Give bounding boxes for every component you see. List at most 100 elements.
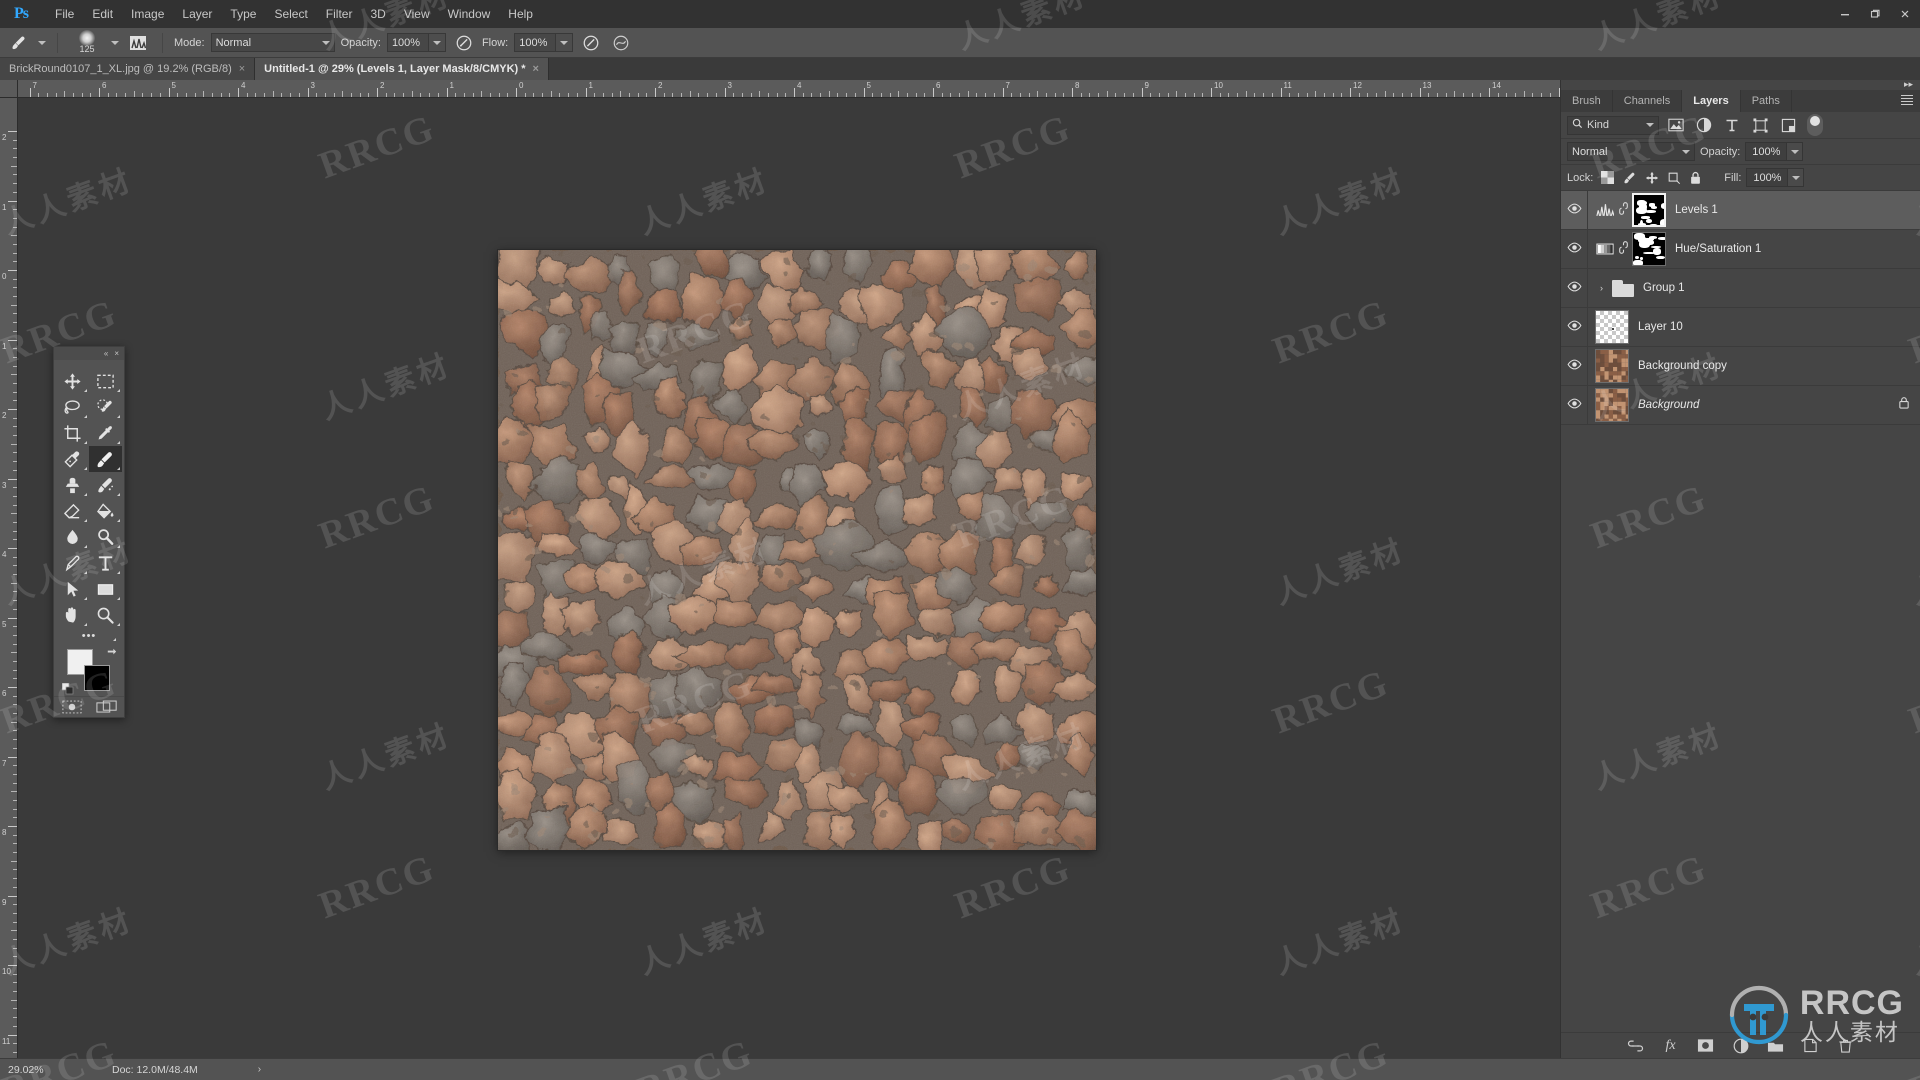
menu-item-type[interactable]: Type [221,0,265,28]
opacity-control[interactable]: 100% [386,33,446,52]
close-icon[interactable]: × [114,349,119,358]
close-icon[interactable]: × [239,63,245,75]
layer-opacity-input[interactable]: 100% [1745,142,1788,161]
layer-row[interactable]: › Group 1 [1561,268,1920,308]
document-tab[interactable]: Untitled-1 @ 29% (Levels 1, Layer Mask/8… [255,58,549,80]
default-colors-icon[interactable] [61,682,74,695]
dodge-tool-icon[interactable] [89,524,122,550]
artboard[interactable] [498,250,1096,850]
zoom-level[interactable]: 29.02% [8,1064,70,1076]
lock-transparent-pixels-icon[interactable] [1598,168,1617,187]
mask-link-icon[interactable] [1619,202,1628,218]
layer-visibility-toggle[interactable] [1561,357,1587,375]
expand-panels-icon[interactable]: ▸▸ [1904,79,1913,90]
history-brush-tool-icon[interactable] [89,472,122,498]
blur-tool-icon[interactable] [56,524,89,550]
layer-mask-thumbnail[interactable] [1632,193,1666,227]
filter-kind-select[interactable]: Kind [1567,115,1659,135]
document-tab[interactable]: BrickRound0107_1_XL.jpg @ 19.2% (RGB/8) × [0,58,256,80]
brush-tool-icon[interactable] [89,446,122,472]
restore-button[interactable] [1860,0,1890,28]
eraser-tool-icon[interactable] [56,498,89,524]
menu-item-help[interactable]: Help [499,0,542,28]
crop-tool-icon[interactable] [56,420,89,446]
paint-bucket-tool-icon[interactable] [89,498,122,524]
layer-name[interactable]: Hue/Saturation 1 [1666,243,1920,255]
group-disclosure-icon[interactable]: › [1595,283,1608,293]
add-layer-style-icon[interactable]: fx [1662,1037,1680,1055]
flow-stepper[interactable] [556,33,574,52]
layer-opacity-stepper[interactable] [1787,142,1804,161]
path-selection-tool-icon[interactable] [56,576,89,602]
layer-name[interactable]: Background copy [1629,360,1920,372]
panel-tab-paths[interactable]: Paths [1741,90,1792,112]
lock-all-icon[interactable] [1686,168,1705,187]
pen-tool-icon[interactable] [56,550,89,576]
menu-item-select[interactable]: Select [265,0,316,28]
layer-fill-input[interactable]: 100% [1746,168,1789,187]
layer-name[interactable]: Group 1 [1634,282,1920,294]
layer-visibility-toggle[interactable] [1561,318,1587,336]
panel-tab-channels[interactable]: Channels [1613,90,1683,112]
flow-input[interactable]: 100% [514,33,557,52]
canvas-viewport[interactable] [18,98,1560,1058]
zoom-tool-icon[interactable] [89,602,122,628]
adjustment-levels-icon[interactable] [1595,200,1615,220]
close-icon[interactable]: × [533,63,539,75]
panel-tab-brush[interactable]: Brush [1561,90,1613,112]
layer-visibility-toggle[interactable] [1561,396,1587,414]
layer-visibility-toggle[interactable] [1561,279,1587,297]
rectangular-marquee-tool-icon[interactable] [89,368,122,394]
horizontal-type-tool-icon[interactable] [89,550,122,576]
quick-mask-mode-icon[interactable] [54,697,89,717]
menu-item-filter[interactable]: Filter [317,0,362,28]
brush-preset-picker-chevron-icon[interactable] [111,40,119,45]
layer-name[interactable]: Background [1629,399,1898,411]
status-expand-icon[interactable]: › [258,1064,261,1075]
menu-item-edit[interactable]: Edit [83,0,122,28]
layer-row[interactable]: Background copy [1561,346,1920,386]
menu-item-image[interactable]: Image [122,0,173,28]
brush-settings-panel-icon[interactable] [125,31,151,55]
layer-opacity-control[interactable]: 100% [1745,142,1804,161]
menu-item-layer[interactable]: Layer [173,0,221,28]
eyedropper-tool-icon[interactable] [89,420,122,446]
minimize-button[interactable] [1830,0,1860,28]
layer-fill-control[interactable]: 100% [1746,168,1805,187]
layer-visibility-toggle[interactable] [1561,240,1587,258]
layers-list[interactable]: Levels 1 Hue/Saturation 1 › Group 1 Layer 10… [1561,190,1920,1032]
panel-tab-layers[interactable]: Layers [1682,90,1741,112]
quick-selection-tool-icon[interactable] [89,394,122,420]
airbrush-mode-icon[interactable] [579,32,603,54]
layer-thumbnail[interactable] [1595,388,1629,422]
filter-pixel-layers-icon[interactable] [1665,115,1687,135]
menu-item-file[interactable]: File [46,0,83,28]
blend-mode-select[interactable]: Normal [210,33,335,52]
layer-fill-stepper[interactable] [1788,168,1805,187]
edit-toolbar-button[interactable]: ••• [54,628,124,644]
flow-control[interactable]: 100% [514,33,574,52]
airbrush-toggle-icon[interactable] [452,32,476,54]
hand-tool-icon[interactable] [56,602,89,628]
link-layers-icon[interactable] [1627,1037,1645,1055]
lock-image-pixels-icon[interactable] [1620,168,1639,187]
vertical-ruler[interactable]: 210123456789101112 [0,98,18,1058]
layer-row[interactable]: Hue/Saturation 1 [1561,229,1920,269]
brush-tool-icon[interactable] [6,31,32,55]
collapse-icon[interactable]: « [104,349,108,358]
layer-row[interactable]: Levels 1 [1561,191,1920,230]
menu-item-window[interactable]: Window [439,0,500,28]
clone-stamp-tool-icon[interactable] [56,472,89,498]
layer-thumbnail[interactable] [1595,310,1629,344]
layer-name[interactable]: Layer 10 [1629,321,1920,333]
opacity-input[interactable]: 100% [386,33,429,52]
brush-size-preview[interactable]: 125 [69,29,105,57]
rectangle-tool-icon[interactable] [89,576,122,602]
ruler-corner[interactable] [0,80,18,98]
smoothing-settings-icon[interactable] [609,32,633,54]
layer-row[interactable]: Layer 10 [1561,307,1920,347]
lock-artboard-nesting-icon[interactable] [1664,168,1683,187]
move-tool-icon[interactable] [56,368,89,394]
adjustment-hue-saturation-icon[interactable] [1595,239,1615,259]
tools-panel-header[interactable]: « × [54,347,124,360]
